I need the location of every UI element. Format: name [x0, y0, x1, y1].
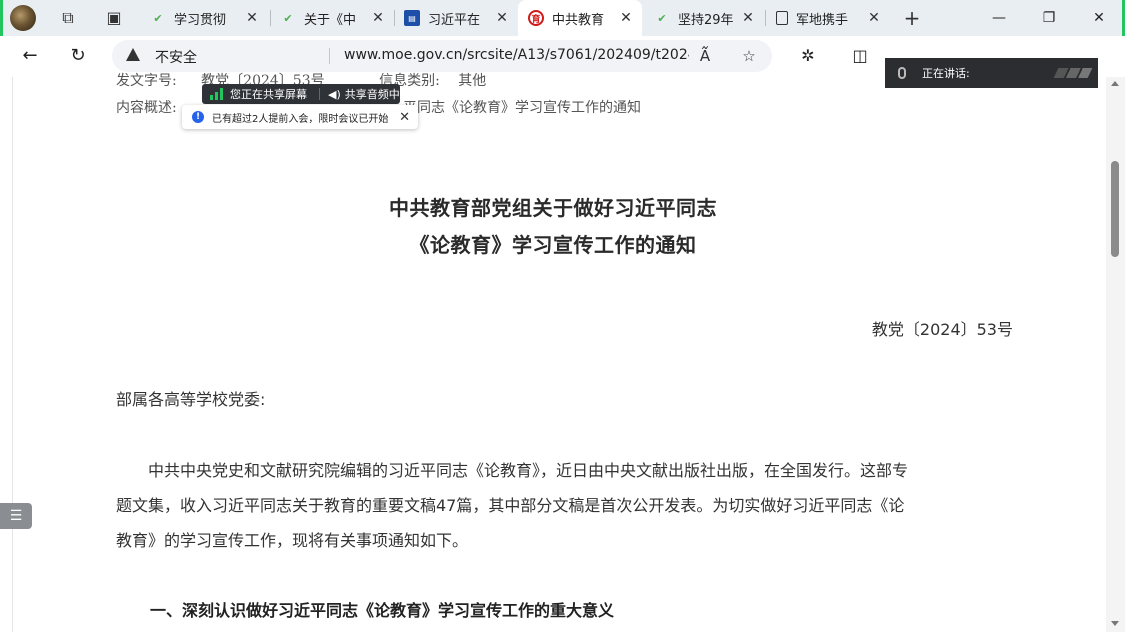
notice-text: 已有超过2人提前入会，限时会议已开始	[212, 113, 389, 125]
tab-title: 坚持29年	[678, 12, 734, 28]
close-icon[interactable]: ✕	[618, 10, 634, 26]
window-close-icon[interactable]: ✕	[1085, 4, 1113, 32]
microphone-icon	[898, 67, 906, 79]
paragraph-line: 题文集，收入习近平同志关于教育的重要文稿47篇，其中部分文稿是首次公开发表。为切…	[116, 496, 905, 515]
sharing-screen-label[interactable]: 您正在共享屏幕	[230, 86, 307, 102]
info-icon: !	[192, 111, 204, 123]
close-icon[interactable]: ✕	[866, 10, 882, 26]
reload-button[interactable]: ↻	[64, 42, 92, 70]
speaking-indicator: 正在讲话:	[885, 58, 1098, 88]
tab-6[interactable]: 军地携手 ✕	[766, 2, 890, 34]
speaker-name-redacted	[1053, 68, 1093, 78]
page-border	[12, 77, 13, 632]
doc-title-line2: 《论教育》学习宣传工作的通知	[409, 233, 697, 257]
news-icon: ▤	[404, 10, 420, 26]
address-bar[interactable]: 不安全 www.moe.gov.cn/srcsite/A13/s7061/202…	[112, 40, 772, 72]
close-icon[interactable]: ✕	[370, 10, 386, 26]
vertical-scrollbar[interactable]	[1106, 77, 1125, 632]
speaker-icon: ◀)	[328, 87, 341, 101]
menu-list-icon[interactable]: ☰	[0, 503, 32, 529]
green-flag-icon: ✔	[153, 11, 163, 25]
workspaces-icon[interactable]: ⧉	[56, 6, 80, 30]
close-icon[interactable]: ✕	[740, 10, 756, 26]
tab-strip: ⧉ ▣ ✔ 学习贯彻 ✕ ✔ 关于《中 ✕ ▤ 习近平在 ✕ 育 中共教育 ✕ …	[0, 0, 1125, 36]
tab-title: 关于《中	[304, 12, 357, 28]
close-icon[interactable]: ✕	[494, 10, 510, 26]
document-icon	[776, 11, 788, 25]
new-tab-button[interactable]: +	[900, 6, 924, 30]
signal-icon	[210, 88, 224, 100]
green-flag-icon: ✔	[657, 11, 667, 25]
tab-1[interactable]: ✔ 学习贯彻 ✕	[140, 2, 268, 34]
sharing-audio-label[interactable]: 共享音频中	[345, 86, 400, 102]
meta-summary-value: 平同志《论教育》学习宣传工作的通知	[403, 100, 641, 116]
screen-share-bar: 您正在共享屏幕 ◀) 共享音频中	[202, 84, 400, 104]
meta-label: 发文字号:	[116, 73, 177, 89]
extensions-icon[interactable]: ✲	[796, 44, 820, 68]
tab-4-active[interactable]: 育 中共教育 ✕	[518, 0, 642, 36]
emblem-icon: 育	[528, 10, 544, 26]
address-divider	[329, 48, 330, 64]
tab-title: 中共教育	[552, 12, 605, 28]
read-aloud-icon[interactable]: A᷉	[694, 45, 716, 67]
green-flag-icon: ✔	[283, 11, 293, 25]
back-button[interactable]: ←	[16, 42, 44, 70]
share-divider	[319, 88, 320, 100]
split-screen-icon[interactable]: ◫	[848, 44, 872, 68]
scroll-down-icon[interactable]	[1111, 621, 1119, 626]
meta-summary-label: 内容概述:	[116, 100, 177, 116]
security-label[interactable]: 不安全	[155, 47, 197, 67]
warning-icon	[126, 48, 140, 61]
scroll-up-icon[interactable]	[1111, 81, 1119, 86]
doc-number: 教党〔2024〕53号	[871, 320, 1013, 339]
tab-title: 学习贯彻	[174, 12, 227, 28]
tab-2[interactable]: ✔ 关于《中 ✕	[270, 2, 394, 34]
url-text[interactable]: www.moe.gov.cn/srcsite/A13/s7061/202409/…	[344, 47, 689, 63]
favorite-star-icon[interactable]: ☆	[738, 45, 760, 67]
meta-value: 其他	[458, 73, 487, 89]
minimize-icon[interactable]: —	[985, 4, 1013, 32]
restore-icon[interactable]: ❐	[1035, 4, 1063, 32]
profile-avatar[interactable]	[10, 5, 36, 31]
doc-title-line1: 中共教育部党组关于做好习近平同志	[389, 196, 717, 220]
tab-5[interactable]: ✔ 坚持29年 ✕	[644, 2, 764, 34]
salutation: 部属各高等学校党委:	[116, 390, 266, 409]
tab-title: 军地携手	[796, 12, 849, 28]
tab-title: 习近平在	[428, 12, 481, 28]
close-icon[interactable]: ✕	[399, 110, 410, 125]
tab-actions-icon[interactable]: ▣	[102, 6, 126, 30]
close-icon[interactable]: ✕	[244, 10, 260, 26]
paragraph-line: 教育》的学习宣传工作，现将有关事项通知如下。	[116, 531, 469, 550]
paragraph-line: 中共中央党史和文献研究院编辑的习近平同志《论教育》，近日由中央文献出版社出版，在…	[148, 461, 909, 480]
tab-3[interactable]: ▤ 习近平在 ✕	[394, 2, 518, 34]
meeting-notice: ! 已有超过2人提前入会，限时会议已开始 ✕	[182, 105, 418, 129]
section-heading: 一、深刻认识做好习近平同志《论教育》学习宣传工作的重大意义	[150, 601, 615, 620]
speaking-label: 正在讲话:	[922, 67, 970, 80]
scroll-thumb[interactable]	[1111, 161, 1119, 257]
